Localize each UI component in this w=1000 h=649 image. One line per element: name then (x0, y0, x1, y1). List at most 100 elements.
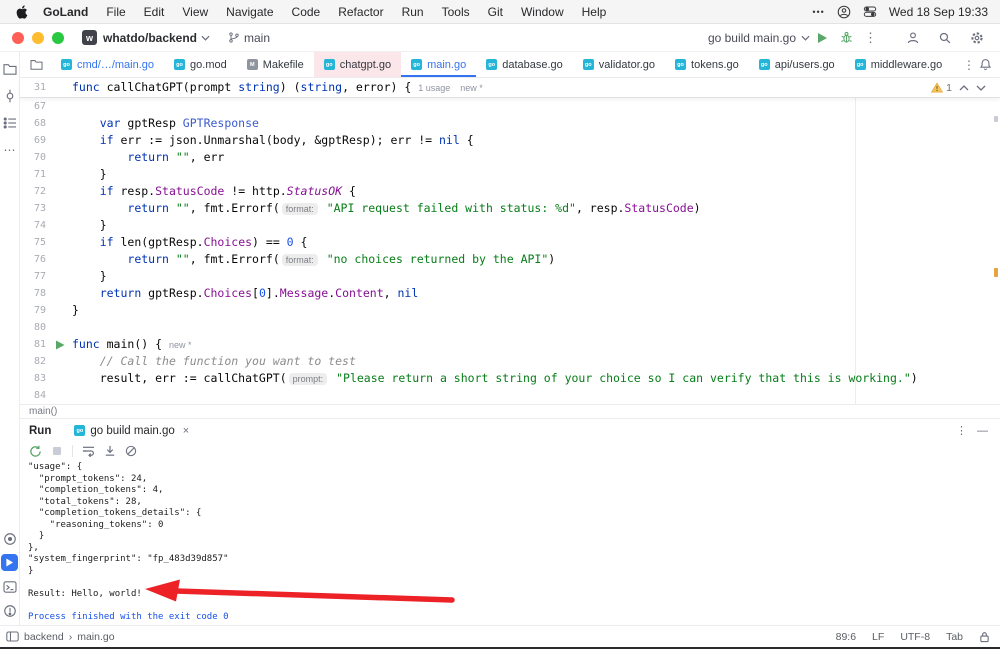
tab-cmd-main-go[interactable]: go cmd/…/main.go (51, 52, 164, 77)
statusbar-project[interactable]: backend (24, 631, 64, 643)
soft-wrap-icon[interactable] (82, 445, 95, 457)
menu-navigate[interactable]: Navigate (217, 5, 282, 19)
statusbar-file[interactable]: main.go (77, 631, 114, 643)
more-tool-windows-icon[interactable]: ⋯ (1, 141, 18, 158)
select-in-project-icon[interactable] (20, 52, 51, 77)
problems-tool-icon[interactable] (1, 602, 18, 619)
run-line-icon[interactable] (55, 340, 65, 350)
run-config-widget[interactable]: go build main.go (708, 31, 810, 45)
tab-database-go[interactable]: go database.go (476, 52, 573, 77)
scrollbar-mark[interactable] (994, 116, 998, 122)
more-actions-icon[interactable]: ⋮ (859, 30, 882, 46)
settings-gear-icon[interactable] (964, 31, 990, 45)
code-line-84[interactable]: 84 (20, 387, 1000, 404)
project-tool-icon[interactable] (1, 60, 18, 77)
tab-go-mod[interactable]: go go.mod (164, 52, 237, 77)
statusbar-line-separator[interactable]: LF (872, 631, 884, 643)
rerun-icon[interactable] (29, 445, 42, 458)
run-tab[interactable]: go go build main.go × (65, 419, 198, 442)
run-panel-options-icon[interactable]: ⋮ (956, 424, 967, 437)
warning-badge[interactable]: 1 (931, 82, 952, 94)
code-line-83[interactable]: 83 result, err := callChatGPT(prompt: "P… (20, 370, 1000, 387)
terminal-tool-icon[interactable] (1, 578, 18, 595)
next-problem-icon[interactable] (976, 85, 986, 91)
menu-help[interactable]: Help (573, 5, 616, 19)
zoom-window-button[interactable] (52, 31, 64, 44)
branch-widget[interactable]: main (228, 31, 270, 45)
tab-api-users-go[interactable]: go api/users.go (749, 52, 845, 77)
code-text: if len(gptResp.Choices) == 0 { (72, 234, 308, 251)
menu-edit[interactable]: Edit (135, 5, 174, 19)
menu-tools[interactable]: Tools (433, 5, 479, 19)
code-line-71[interactable]: 71 } (20, 166, 1000, 183)
statusbar-indent-style[interactable]: Tab (946, 631, 963, 643)
menu-file[interactable]: File (97, 5, 134, 19)
statusbar-caret-position[interactable]: 89:6 (836, 631, 856, 643)
tabs-more-icon[interactable]: ⋮ (963, 58, 975, 72)
code-line-76[interactable]: 76 return "", fmt.Errorf(format: "no cho… (20, 251, 1000, 268)
code-line-74[interactable]: 74 } (20, 217, 1000, 234)
line-number: 31 (33, 82, 46, 93)
code-line-77[interactable]: 77 } (20, 268, 1000, 285)
close-icon[interactable]: × (183, 425, 189, 437)
tab-main-go[interactable]: go main.go (401, 52, 477, 77)
code-line-72[interactable]: 72 if resp.StatusCode != http.StatusOK { (20, 183, 1000, 200)
code-line-81[interactable]: 81 func main() { new * (20, 336, 1000, 353)
menubar-clock[interactable]: Wed 18 Sep 19:33 (889, 5, 988, 19)
run-console[interactable]: "usage": { "prompt_tokens": 24, "complet… (20, 460, 1000, 625)
code-line-82[interactable]: 82 // Call the function you want to test (20, 353, 1000, 370)
code-line-69[interactable]: 69 if err := json.Unmarshal(body, &gptRe… (20, 132, 1000, 149)
services-tool-icon[interactable] (1, 530, 18, 547)
code-line-68[interactable]: 68 var gptResp GPTResponse (20, 115, 1000, 132)
run-tool-icon[interactable] (1, 554, 18, 571)
project-icon[interactable]: w (82, 30, 97, 45)
clear-console-icon[interactable] (125, 445, 137, 457)
breadcrumb[interactable]: main() (20, 404, 1000, 418)
search-icon[interactable] (932, 31, 958, 45)
profile-icon[interactable] (900, 31, 926, 45)
tab-chatgpt-go[interactable]: go chatgpt.go (313, 52, 402, 77)
code-line-73[interactable]: 73 return "", fmt.Errorf(format: "API re… (20, 200, 1000, 217)
close-window-button[interactable] (12, 31, 24, 44)
tab-middleware-go[interactable]: go middleware.go (845, 52, 953, 77)
inspections-widget[interactable]: 1 (931, 82, 1000, 94)
hide-tool-window-icon[interactable]: — (977, 425, 988, 437)
prev-problem-icon[interactable] (959, 84, 969, 91)
code-line-78[interactable]: 78 return gptResp.Choices[0].Message.Con… (20, 285, 1000, 302)
account-icon[interactable] (837, 5, 851, 19)
control-center-icon[interactable] (863, 5, 877, 18)
scrollbar-warning-mark[interactable] (994, 268, 998, 277)
commit-tool-icon[interactable] (1, 87, 18, 104)
apple-logo-icon[interactable] (10, 4, 34, 19)
code-line-80[interactable]: 80 (20, 319, 1000, 336)
menu-git[interactable]: Git (479, 5, 512, 19)
tab-tokens-go[interactable]: go tokens.go (665, 52, 749, 77)
stop-icon[interactable] (51, 445, 63, 457)
structure-tool-icon[interactable] (1, 114, 18, 131)
debug-button[interactable] (834, 31, 859, 44)
menu-code[interactable]: Code (283, 5, 330, 19)
menu-window[interactable]: Window (512, 5, 573, 19)
project-widget[interactable]: whatdo/backend (103, 31, 197, 45)
menu-view[interactable]: View (173, 5, 217, 19)
code-line-70[interactable]: 70 return "", err (20, 149, 1000, 166)
code-editor[interactable]: 67 68 var gptResp GPTResponse 69 if err :=… (20, 98, 1000, 404)
minimize-window-button[interactable] (32, 31, 44, 44)
scroll-to-end-icon[interactable] (104, 445, 116, 457)
statusbar-encoding[interactable]: UTF-8 (900, 631, 930, 643)
menu-run[interactable]: Run (393, 5, 433, 19)
run-tool-window-title[interactable]: Run (20, 425, 65, 437)
menu-refactor[interactable]: Refactor (329, 5, 392, 19)
tab-makefile[interactable]: M Makefile (237, 52, 314, 77)
ellipsis-icon[interactable]: ••• (812, 7, 824, 17)
run-button[interactable] (810, 32, 834, 44)
code-line-75[interactable]: 75 if len(gptResp.Choices) == 0 { (20, 234, 1000, 251)
tab-validator-go[interactable]: go validator.go (573, 52, 665, 77)
notifications-bell-icon[interactable] (979, 58, 992, 71)
lock-icon[interactable] (979, 631, 990, 643)
code-line-67[interactable]: 67 (20, 98, 1000, 115)
menu-goland[interactable]: GoLand (34, 5, 97, 19)
code-line-79[interactable]: 79} (20, 302, 1000, 319)
layout-icon[interactable] (6, 631, 19, 642)
